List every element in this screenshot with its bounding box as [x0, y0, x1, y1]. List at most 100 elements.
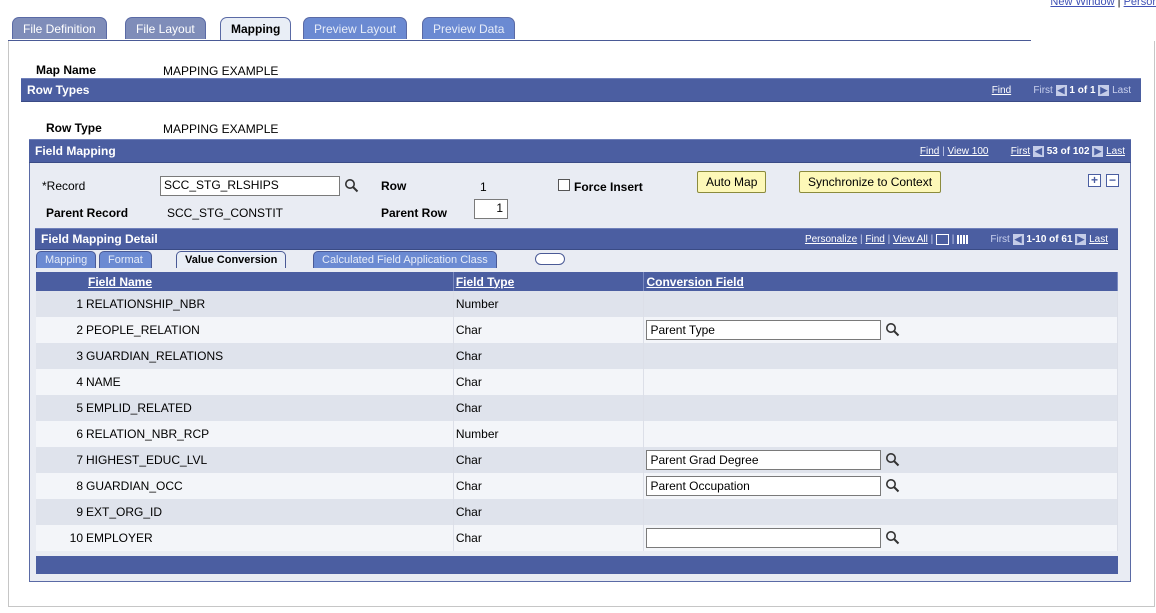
new-window-grid-icon[interactable] [935, 234, 949, 245]
field-mapping-first-link[interactable]: First [1011, 146, 1030, 157]
tab-file-layout[interactable]: File Layout [125, 17, 206, 39]
row-number: 7 [76, 453, 83, 467]
conversion-field-input[interactable]: Parent Grad Degree [646, 450, 882, 470]
detail-subtabs: Mapping Format Value Conversion Calculat… [36, 251, 1118, 268]
conversion-field-cell [643, 525, 1118, 551]
column-header-conversion-field[interactable]: Conversion Field [643, 272, 1118, 291]
nav-separator: | [939, 146, 948, 158]
tab-preview-data[interactable]: Preview Data [422, 17, 516, 39]
add-row-plus-icon[interactable]: + [1088, 174, 1101, 187]
column-header-field-type[interactable]: Field Type [453, 272, 645, 291]
subtab-format[interactable]: Format [99, 251, 152, 268]
top-links: New Window | Persor [1050, 0, 1156, 8]
conversion-lookup-search-icon[interactable] [885, 478, 900, 493]
previous-arrow-icon[interactable]: ◀ [1055, 85, 1067, 96]
field-mapping-last-link[interactable]: Last [1106, 146, 1125, 157]
row-value: 1 [480, 180, 487, 194]
detail-last-link[interactable]: Last [1089, 234, 1108, 245]
row-type-label: Row Type [46, 121, 102, 135]
synchronize-to-context-button[interactable]: Synchronize to Context [799, 171, 942, 193]
row-types-first-label: First [1033, 85, 1053, 97]
personalize-page-link[interactable]: Persor [1124, 0, 1156, 8]
field-type-cell: Number [453, 421, 645, 447]
field-name-value: RELATION_NBR_RCP [86, 427, 210, 441]
row-number: 2 [76, 323, 83, 337]
nav-separator: | [927, 234, 936, 246]
table-row: 7 HIGHEST_EDUC_LVL Char Parent Grad Degree [36, 447, 1118, 473]
field-name-value: EXT_ORG_ID [86, 505, 163, 519]
show-all-columns-icon[interactable] [535, 253, 565, 265]
table-row: 5 EMPLID_RELATED Char [36, 395, 1118, 421]
row-number: 9 [76, 505, 83, 519]
conversion-field-input[interactable] [646, 528, 882, 548]
field-name-cell: 5 EMPLID_RELATED [36, 395, 454, 421]
subtab-value-conversion[interactable]: Value Conversion [176, 251, 287, 268]
download-grid-icon[interactable] [957, 235, 969, 244]
row-number: 6 [76, 427, 83, 441]
field-name-value: HIGHEST_EDUC_LVL [86, 453, 208, 467]
force-insert-checkbox[interactable] [558, 179, 570, 191]
field-name-cell: 9 EXT_ORG_ID [36, 499, 454, 525]
parent-record-label: Parent Record [46, 206, 129, 220]
next-arrow-icon[interactable]: ▶ [1092, 146, 1104, 157]
conversion-field-cell [643, 499, 1118, 525]
conversion-lookup-search-icon[interactable] [885, 452, 900, 467]
row-number: 10 [69, 531, 83, 545]
field-name-cell: 10 EMPLOYER [36, 525, 454, 551]
view-100-link[interactable]: View 100 [948, 146, 989, 157]
tab-mapping[interactable]: Mapping [220, 17, 292, 40]
field-name-value: PEOPLE_RELATION [86, 323, 200, 337]
table-row: 4 NAME Char [36, 369, 1118, 395]
row-type-value: MAPPING EXAMPLE [163, 122, 279, 136]
conversion-field-input[interactable]: Parent Occupation [646, 476, 882, 496]
field-name-value: EMPLID_RELATED [86, 401, 192, 415]
detail-nav: Personalize | Find | View All | | First … [805, 234, 1108, 245]
personalize-link[interactable]: Personalize [805, 234, 857, 245]
table-row: 3 GUARDIAN_RELATIONS Char [36, 343, 1118, 369]
parent-row-input[interactable]: 1 [474, 199, 508, 219]
column-header-field-name[interactable]: Field Name [36, 272, 454, 291]
record-lookup-search-icon[interactable] [344, 178, 359, 193]
delete-row-minus-icon[interactable]: − [1106, 174, 1119, 187]
conversion-lookup-search-icon[interactable] [885, 530, 900, 545]
detail-find-link[interactable]: Find [865, 234, 884, 245]
row-types-find-link[interactable]: Find [992, 85, 1011, 96]
field-name-cell: 2 PEOPLE_RELATION [36, 317, 454, 343]
next-arrow-icon[interactable]: ▶ [1098, 85, 1110, 96]
field-type-cell: Char [453, 499, 645, 525]
conversion-field-cell: Parent Occupation [643, 473, 1118, 499]
conversion-field-cell [643, 369, 1118, 395]
field-name-cell: 6 RELATION_NBR_RCP [36, 421, 454, 447]
conversion-field-sort-link[interactable]: Conversion Field [646, 275, 743, 289]
nav-separator: | [884, 234, 893, 246]
row-label: Row [381, 179, 407, 193]
subtab-mapping[interactable]: Mapping [36, 251, 97, 268]
record-input[interactable]: SCC_STG_RLSHIPS [160, 176, 340, 196]
conversion-lookup-search-icon[interactable] [885, 322, 900, 337]
field-name-cell: 3 GUARDIAN_RELATIONS [36, 343, 454, 369]
row-types-nav: Find First ◀ 1 of 1 ▶ Last [992, 85, 1131, 96]
row-number: 5 [76, 401, 83, 415]
conversion-field-cell [643, 395, 1118, 421]
field-mapping-find-link[interactable]: Find [920, 146, 939, 157]
tab-file-definition[interactable]: File Definition [12, 17, 107, 39]
field-mapping-detail-title: Field Mapping Detail [41, 232, 158, 246]
new-window-link[interactable]: New Window [1050, 0, 1114, 8]
table-row: 2 PEOPLE_RELATION Char Parent Type [36, 317, 1118, 343]
conversion-field-input[interactable]: Parent Type [646, 320, 882, 340]
previous-arrow-icon[interactable]: ◀ [1032, 146, 1044, 157]
next-arrow-icon[interactable]: ▶ [1075, 234, 1087, 245]
auto-map-button[interactable]: Auto Map [697, 171, 767, 193]
field-name-sort-link[interactable]: Field Name [88, 275, 152, 289]
previous-arrow-icon[interactable]: ◀ [1012, 234, 1024, 245]
field-name-value: GUARDIAN_OCC [86, 479, 183, 493]
tab-preview-layout[interactable]: Preview Layout [303, 17, 408, 39]
field-type-cell: Char [453, 525, 645, 551]
field-type-sort-link[interactable]: Field Type [456, 275, 514, 289]
subtab-calculated-field-application-class[interactable]: Calculated Field Application Class [313, 251, 497, 268]
row-types-last-label: Last [1112, 85, 1131, 97]
field-type-cell: Char [453, 395, 645, 421]
map-name-value: MAPPING EXAMPLE [163, 64, 279, 78]
view-all-link[interactable]: View All [893, 234, 928, 245]
top-links-separator: | [1114, 0, 1124, 8]
